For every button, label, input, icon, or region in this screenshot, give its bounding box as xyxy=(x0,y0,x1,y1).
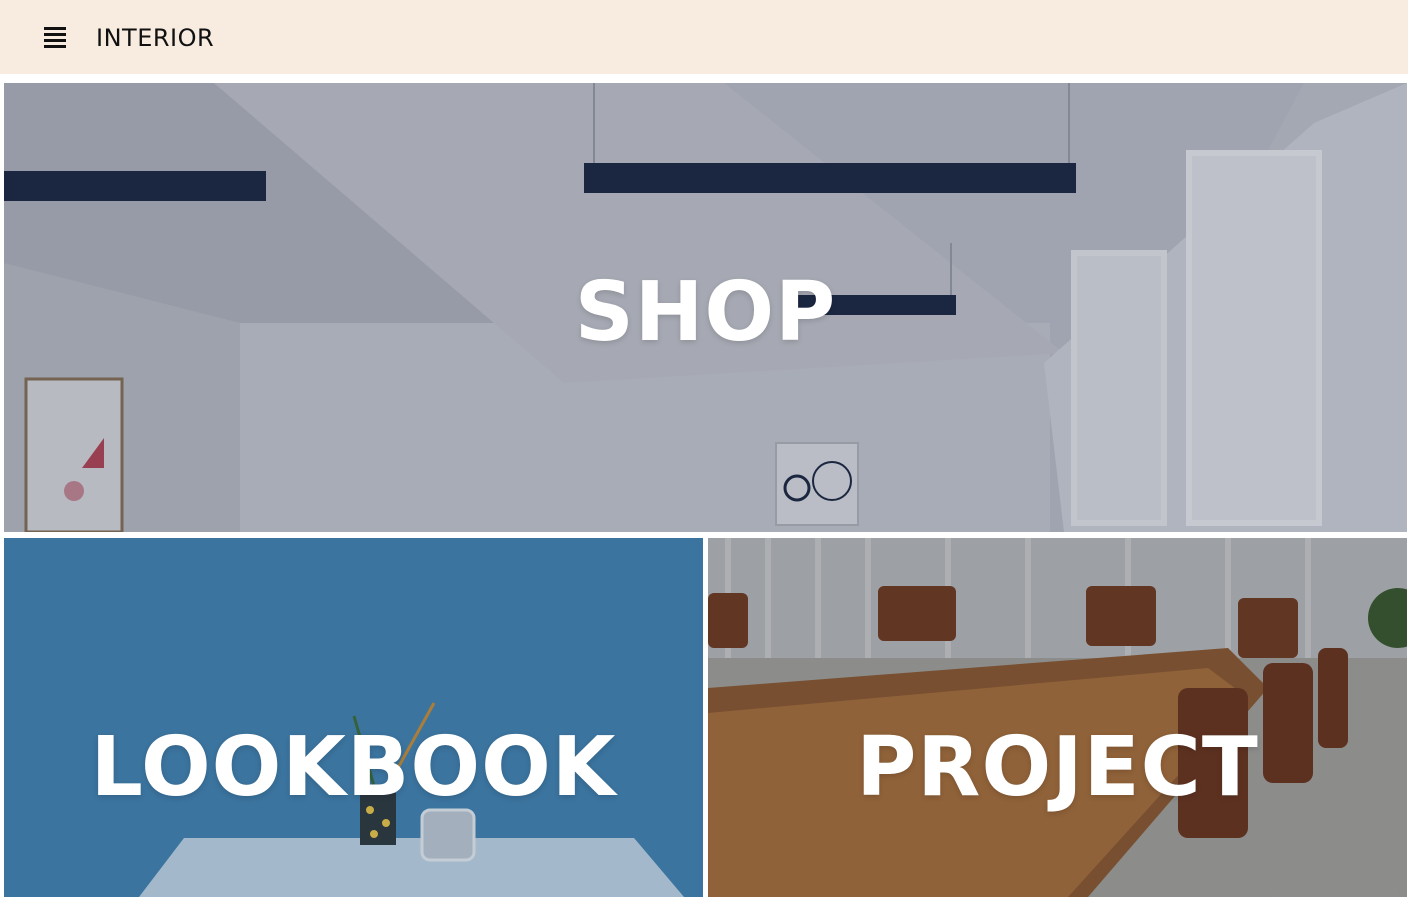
project-label[interactable]: PROJECT xyxy=(708,723,1407,813)
hamburger-menu-icon[interactable] xyxy=(44,27,66,49)
project-tile[interactable]: PROJECT xyxy=(708,538,1407,897)
lookbook-tile[interactable]: LOOKBOOK xyxy=(4,538,703,897)
shop-label[interactable]: SHOP xyxy=(4,268,1407,358)
lookbook-label[interactable]: LOOKBOOK xyxy=(4,723,703,813)
blue-wall-table-photo xyxy=(4,538,703,897)
top-header: INTERIOR xyxy=(0,0,1408,74)
conference-room-photo xyxy=(708,538,1407,897)
shop-tile[interactable]: SHOP xyxy=(4,83,1407,532)
brand-title[interactable]: INTERIOR xyxy=(96,23,214,53)
